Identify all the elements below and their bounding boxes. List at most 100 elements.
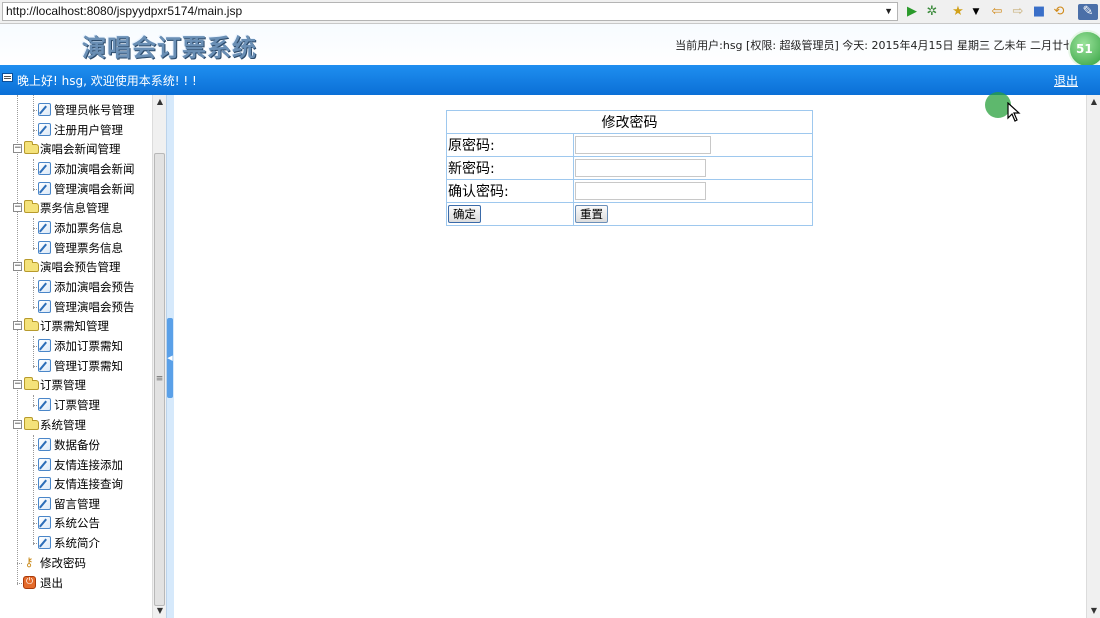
logout-link[interactable]: 退出 xyxy=(1054,72,1078,89)
sidebar-folder-concert-preview[interactable]: − 演唱会预告管理 xyxy=(0,257,150,277)
reset-button[interactable]: 重置 xyxy=(575,205,608,223)
message-icon xyxy=(2,73,13,82)
scrollbar-thumb[interactable]: ≡ xyxy=(154,153,165,606)
sidebar-item-add-ticket-info[interactable]: 添加票务信息 xyxy=(0,218,150,238)
sidebar-item-label: 友情连接查询 xyxy=(54,477,123,491)
sidebar-item-label: 订票需知管理 xyxy=(40,319,109,333)
forward-icon[interactable]: ⇨ xyxy=(1010,4,1026,20)
go-icon[interactable]: ▶ xyxy=(904,4,920,20)
sidebar-item-label: 添加演唱会预告 xyxy=(54,280,135,294)
sidebar-item-label: 管理演唱会预告 xyxy=(54,300,135,314)
sidebar-folder-system[interactable]: − 系统管理 xyxy=(0,415,150,435)
url-text: http://localhost:8080/jspyydpxr5174/main… xyxy=(6,4,243,18)
folder-open-icon xyxy=(24,259,39,272)
sidebar-scrollbar[interactable]: ▲ ≡ ▼ xyxy=(152,95,166,618)
sidebar-item-add-concert-preview[interactable]: 添加演唱会预告 xyxy=(0,277,150,297)
sidebar-item-announcements[interactable]: 系统公告 xyxy=(0,513,150,533)
sidebar-folder-orders[interactable]: − 订票管理 xyxy=(0,375,150,395)
sidebar-item-manage-concert-news[interactable]: 管理演唱会新闻 xyxy=(0,179,150,199)
edit-icon xyxy=(38,477,51,490)
collapse-icon[interactable]: − xyxy=(13,380,22,389)
collapse-sidebar-icon[interactable]: ◀ xyxy=(167,318,173,398)
favorites-icon[interactable]: ★ xyxy=(950,4,966,20)
confirm-password-input[interactable] xyxy=(575,182,706,200)
sidebar-item-label: 演唱会新闻管理 xyxy=(40,142,121,156)
new-password-label: 新密码: xyxy=(446,156,574,180)
edit-icon xyxy=(38,536,51,549)
sidebar-item-manage-orders[interactable]: 订票管理 xyxy=(0,395,150,415)
edit-icon xyxy=(38,339,51,352)
sidebar-item-label: 友情连接添加 xyxy=(54,458,123,472)
edit-icon xyxy=(38,162,51,175)
collapse-icon[interactable]: − xyxy=(13,420,22,429)
sidebar-folder-ticket-info[interactable]: − 票务信息管理 xyxy=(0,198,150,218)
address-bar[interactable]: http://localhost:8080/jspyydpxr5174/main… xyxy=(2,2,898,21)
sidebar-item-add-booking-notice[interactable]: 添加订票需知 xyxy=(0,336,150,356)
greeting-text: 晚上好! hsg, 欢迎使用本系统! ! ! xyxy=(17,74,197,88)
sidebar-item-label: 订票管理 xyxy=(40,378,86,392)
sidebar-folder-booking-notice[interactable]: − 订票需知管理 xyxy=(0,316,150,336)
sidebar-item-registered-users[interactable]: 注册用户管理 xyxy=(0,120,150,140)
edit-icon xyxy=(38,123,51,136)
app-menu-icon[interactable]: ✎ xyxy=(1078,4,1098,20)
edit-icon xyxy=(38,182,51,195)
sidebar-item-exit[interactable]: ⏻ 退出 xyxy=(0,573,150,593)
edit-icon xyxy=(38,221,51,234)
sidebar-item-label: 数据备份 xyxy=(54,438,100,452)
edit-icon xyxy=(38,300,51,313)
bug-icon[interactable]: ✲ xyxy=(924,4,940,20)
notification-badge[interactable]: 51 xyxy=(1068,30,1100,68)
edit-icon xyxy=(38,359,51,372)
welcome-bar: 晚上好! hsg, 欢迎使用本系统! ! ! 退出 xyxy=(0,65,1100,95)
submit-button[interactable]: 确定 xyxy=(448,205,481,223)
key-icon: ⚷ xyxy=(24,555,34,569)
sidebar-item-add-concert-news[interactable]: 添加演唱会新闻 xyxy=(0,159,150,179)
collapse-icon[interactable]: − xyxy=(13,144,22,153)
sidebar-item-label: 票务信息管理 xyxy=(40,201,109,215)
favorites-dropdown-icon[interactable]: ▼ xyxy=(968,4,984,20)
refresh-icon[interactable]: ⟲ xyxy=(1051,4,1067,20)
old-password-input[interactable] xyxy=(575,136,711,154)
sidebar-item-manage-ticket-info[interactable]: 管理票务信息 xyxy=(0,238,150,258)
back-icon[interactable]: ⇦ xyxy=(989,4,1005,20)
folder-open-icon xyxy=(24,417,39,430)
user-info: 当前用户:hsg [权限: 超级管理员] 今天: 2015年4月15日 星期三 … xyxy=(675,39,1074,52)
old-password-label: 原密码: xyxy=(446,133,574,157)
sidebar-item-add-link[interactable]: 友情连接添加 xyxy=(0,455,150,475)
sidebar-item-change-password[interactable]: ⚷ 修改密码 xyxy=(0,553,150,573)
sidebar-item-label: 管理员帐号管理 xyxy=(54,103,135,117)
scroll-up-icon[interactable]: ▲ xyxy=(154,95,166,109)
sidebar-item-data-backup[interactable]: 数据备份 xyxy=(0,435,150,455)
change-password-form: 修改密码 原密码: 新密码: 确认密码: 确定 重置 xyxy=(446,110,813,226)
edit-icon xyxy=(38,516,51,529)
edit-icon xyxy=(38,280,51,293)
main-scrollbar[interactable]: ▲ ▼ xyxy=(1086,95,1100,618)
scroll-down-icon[interactable]: ▼ xyxy=(1088,604,1100,618)
confirm-password-label: 确认密码: xyxy=(446,179,574,203)
new-password-input[interactable] xyxy=(575,159,706,177)
collapse-icon[interactable]: − xyxy=(13,321,22,330)
sidebar-folder-concert-news[interactable]: − 演唱会新闻管理 xyxy=(0,139,150,159)
exit-icon: ⏻ xyxy=(23,576,36,589)
edit-icon xyxy=(38,241,51,254)
scroll-up-icon[interactable]: ▲ xyxy=(1088,95,1100,109)
sidebar-item-admin-accounts[interactable]: 管理员帐号管理 xyxy=(0,100,150,120)
sidebar-item-system-intro[interactable]: 系统简介 xyxy=(0,533,150,553)
collapse-icon[interactable]: − xyxy=(13,203,22,212)
sidebar-item-manage-booking-notice[interactable]: 管理订票需知 xyxy=(0,356,150,376)
frame-splitter[interactable]: ◀ xyxy=(166,95,174,618)
folder-open-icon xyxy=(24,141,39,154)
sidebar-item-label: 添加票务信息 xyxy=(54,221,123,235)
folder-open-icon xyxy=(24,318,39,331)
scroll-down-icon[interactable]: ▼ xyxy=(154,604,166,618)
collapse-icon[interactable]: − xyxy=(13,262,22,271)
sidebar-item-manage-concert-preview[interactable]: 管理演唱会预告 xyxy=(0,297,150,317)
sidebar-item-query-links[interactable]: 友情连接查询 xyxy=(0,474,150,494)
sidebar-item-label: 添加演唱会新闻 xyxy=(54,162,135,176)
sidebar-item-label: 退出 xyxy=(40,576,63,590)
sidebar-item-label: 系统公告 xyxy=(54,516,100,530)
stop-icon[interactable]: ■ xyxy=(1031,4,1047,20)
address-dropdown-icon[interactable]: ▼ xyxy=(884,3,893,20)
edit-icon xyxy=(38,497,51,510)
sidebar-item-messages[interactable]: 留言管理 xyxy=(0,494,150,514)
